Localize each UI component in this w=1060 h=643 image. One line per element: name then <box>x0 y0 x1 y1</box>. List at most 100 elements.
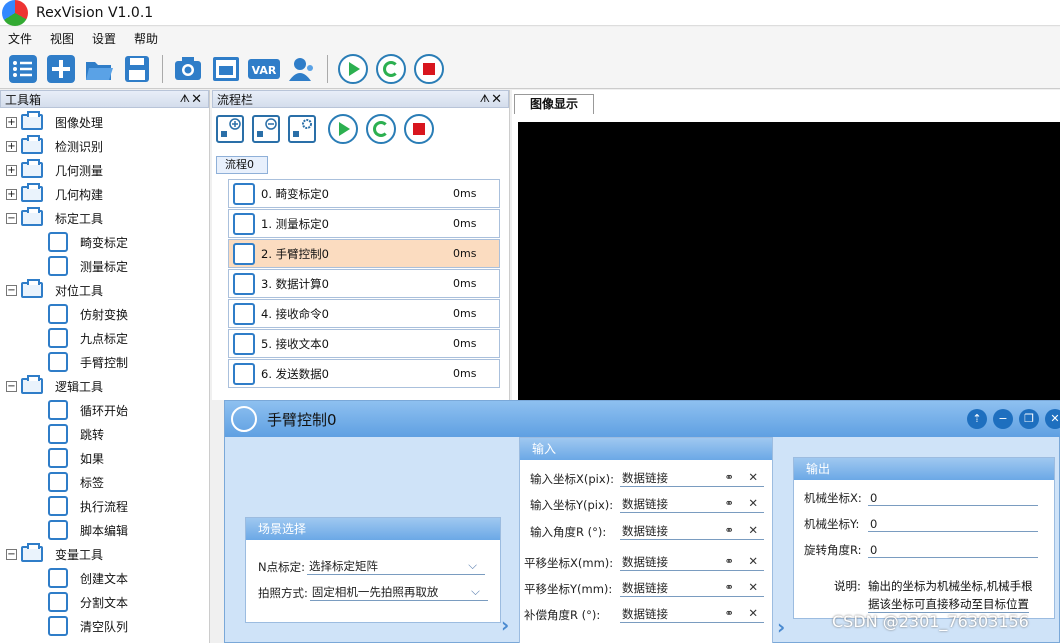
variable-icon[interactable]: VAR <box>247 52 281 86</box>
capture-mode-select[interactable]: 固定相机一先拍照再取放 ⌵ <box>309 584 488 601</box>
pin-icon[interactable]: ᗑ <box>480 92 490 106</box>
pin-top-icon[interactable]: ⇡ <box>967 409 987 429</box>
remove-flow-icon[interactable] <box>252 115 280 143</box>
close-icon[interactable]: ✕ <box>191 92 202 107</box>
collapse-icon[interactable]: − <box>6 548 17 560</box>
tree-item[interactable]: − 对位工具 <box>6 278 103 302</box>
data-link-input[interactable]: 数据链接 ⚭ ✕ <box>620 470 764 487</box>
collapse-icon[interactable]: − <box>6 284 17 296</box>
tree-item[interactable]: 测量标定 <box>48 254 128 278</box>
tree-item[interactable]: + 检测识别 <box>6 134 103 158</box>
collapse-icon[interactable]: − <box>6 380 17 392</box>
tree-item[interactable]: 九点标定 <box>48 326 128 350</box>
add-flow-icon[interactable] <box>216 115 244 143</box>
flow-row[interactable]: 1. 测量标定0 0ms <box>228 209 500 238</box>
tab-image-display[interactable]: 图像显示 <box>514 94 594 114</box>
tree-item[interactable]: 畸变标定 <box>48 230 128 254</box>
folder-icon <box>21 183 43 202</box>
tree-item[interactable]: 创建文本 <box>48 566 128 590</box>
flow-row[interactable]: 0. 畸变标定0 0ms <box>228 179 500 208</box>
open-folder-icon[interactable] <box>82 52 116 86</box>
folder-icon <box>21 207 43 226</box>
task-list-icon[interactable] <box>6 52 40 86</box>
close-icon[interactable]: ✕ <box>1045 409 1060 429</box>
tree-item[interactable]: 清空队列 <box>48 614 128 638</box>
data-link-input[interactable]: 数据链接 ⚭ ✕ <box>620 580 764 597</box>
tree-item[interactable]: 脚本编辑 <box>48 518 128 542</box>
flow-stop-icon[interactable] <box>402 112 436 146</box>
tree-item[interactable]: + 图像处理 <box>6 110 103 134</box>
pin-icon[interactable]: ᗑ <box>180 92 190 106</box>
tree-item[interactable]: 执行流程 <box>48 494 128 518</box>
output-value[interactable]: 0 <box>868 491 1038 506</box>
data-link-input[interactable]: 数据链接 ⚭ ✕ <box>620 554 764 571</box>
save-icon[interactable] <box>120 52 154 86</box>
output-value[interactable]: 0 <box>868 543 1038 558</box>
clear-icon[interactable]: ✕ <box>748 606 758 620</box>
tree-item[interactable]: + 几何测量 <box>6 158 103 182</box>
expand-icon[interactable]: + <box>6 164 17 176</box>
tree-item[interactable]: 手臂控制 <box>48 350 128 374</box>
flow-row[interactable]: 3. 数据计算0 0ms <box>228 269 500 298</box>
flow-header: 流程栏 ᗑ ✕ <box>212 90 509 108</box>
menu-view[interactable]: 视图 <box>42 30 84 47</box>
expand-icon[interactable]: + <box>6 188 17 200</box>
tree-item[interactable]: + 几何构建 <box>6 182 103 206</box>
flow-settings-icon[interactable] <box>288 115 316 143</box>
loop-run-icon[interactable] <box>374 52 408 86</box>
link-icon[interactable]: ⚭ <box>724 606 734 620</box>
tab-flow0[interactable]: 流程0 <box>216 156 268 174</box>
image-capture-icon[interactable] <box>209 52 243 86</box>
link-icon[interactable]: ⚭ <box>724 470 734 484</box>
tree-item[interactable]: 标签 <box>48 470 104 494</box>
expand-icon[interactable]: + <box>6 116 17 128</box>
expand-icon[interactable]: + <box>6 140 17 152</box>
link-icon[interactable]: ⚭ <box>724 580 734 594</box>
close-icon[interactable]: ✕ <box>491 92 502 107</box>
data-link-value: 数据链接 <box>622 524 668 538</box>
restore-icon[interactable]: ❐ <box>1019 409 1039 429</box>
tree-item[interactable]: 仿射变换 <box>48 302 128 326</box>
run-icon[interactable] <box>336 52 370 86</box>
flow-loop-icon[interactable] <box>364 112 398 146</box>
menu-file[interactable]: 文件 <box>0 30 42 47</box>
flow-row[interactable]: 2. 手臂控制0 0ms <box>228 239 500 268</box>
menu-settings[interactable]: 设置 <box>84 30 126 47</box>
camera-icon[interactable] <box>171 52 205 86</box>
collapse-icon[interactable]: − <box>6 212 17 224</box>
dialog-title: 手臂控制0 <box>267 410 337 429</box>
flow-row[interactable]: 4. 接收命令0 0ms <box>228 299 500 328</box>
link-icon[interactable]: ⚭ <box>724 496 734 510</box>
flow-row[interactable]: 6. 发送数据0 0ms <box>228 359 500 388</box>
data-link-input[interactable]: 数据链接 ⚭ ✕ <box>620 523 764 540</box>
stop-icon[interactable] <box>412 52 446 86</box>
flow-row-time: 0ms <box>453 367 477 380</box>
clear-icon[interactable]: ✕ <box>748 470 758 484</box>
data-link-value: 数据链接 <box>622 555 668 569</box>
flow-row[interactable]: 5. 接收文本0 0ms <box>228 329 500 358</box>
clear-icon[interactable]: ✕ <box>748 554 758 568</box>
image-canvas[interactable] <box>518 122 1060 402</box>
n-point-select[interactable]: 选择标定矩阵 ⌵ <box>306 558 485 575</box>
user-icon[interactable] <box>285 52 319 86</box>
tree-item[interactable]: − 逻辑工具 <box>6 374 103 398</box>
data-link-input[interactable]: 数据链接 ⚭ ✕ <box>620 496 764 513</box>
tree-item[interactable]: 如果 <box>48 446 104 470</box>
menu-help[interactable]: 帮助 <box>126 30 168 47</box>
clear-icon[interactable]: ✕ <box>748 523 758 537</box>
tree-item[interactable]: 循环开始 <box>48 398 128 422</box>
clear-icon[interactable]: ✕ <box>748 580 758 594</box>
tree-item[interactable]: − 变量工具 <box>6 542 103 566</box>
output-value[interactable]: 0 <box>868 517 1038 532</box>
clear-icon[interactable]: ✕ <box>748 496 758 510</box>
link-icon[interactable]: ⚭ <box>724 523 734 537</box>
data-link-input[interactable]: 数据链接 ⚭ ✕ <box>620 606 764 623</box>
link-icon[interactable]: ⚭ <box>724 554 734 568</box>
tree-item-label: 手臂控制 <box>80 355 129 370</box>
add-icon[interactable] <box>44 52 78 86</box>
tree-item[interactable]: − 标定工具 <box>6 206 103 230</box>
flow-run-icon[interactable] <box>326 112 360 146</box>
tree-item[interactable]: 跳转 <box>48 422 104 446</box>
minimize-icon[interactable]: − <box>993 409 1013 429</box>
tree-item[interactable]: 分割文本 <box>48 590 128 614</box>
